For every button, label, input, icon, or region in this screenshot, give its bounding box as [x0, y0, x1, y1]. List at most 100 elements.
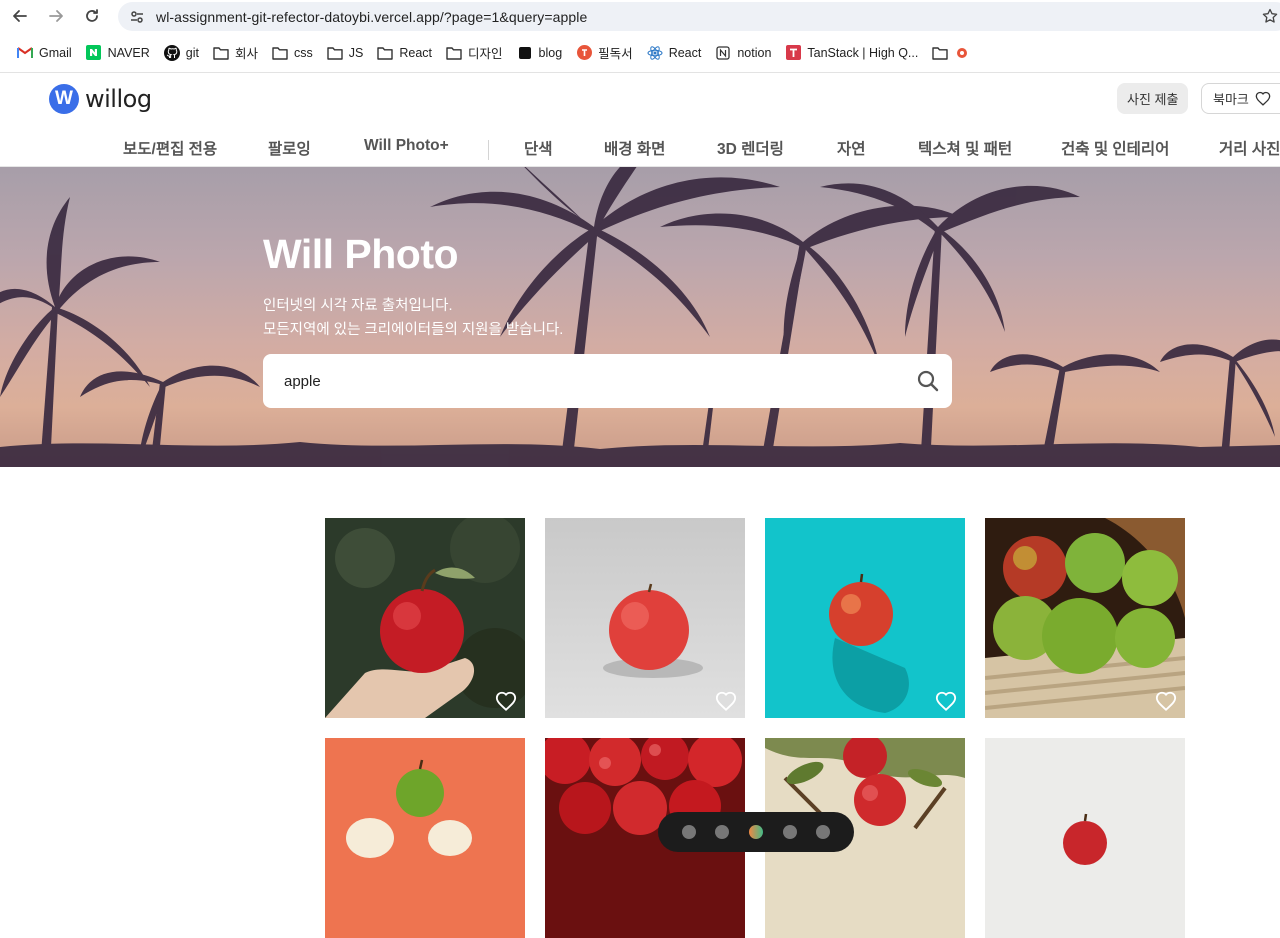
bookmark-label: JS	[348, 45, 364, 60]
hero-desc-line: 모든지역에 있는 크리에이터들의 지원을 받습니다.	[263, 322, 564, 338]
toolbar-icon[interactable]	[681, 825, 696, 839]
category-divider	[488, 140, 489, 160]
search-icon[interactable]	[916, 369, 940, 393]
bookmark-label: 필독서	[598, 47, 633, 61]
site-settings-icon[interactable]	[128, 8, 146, 26]
bookmark-notion[interactable]: notion	[708, 40, 778, 66]
apple-photo	[985, 738, 1185, 938]
hero-banner: Will Photo 인터넷의 시각 자료 출처입니다. 모든지역에 있는 크리…	[0, 167, 1280, 467]
photo-card[interactable]	[325, 738, 525, 938]
bookmarks-bar: Gmail NAVER git 회사 css JS React 디자인 blog…	[0, 33, 1280, 73]
heart-icon[interactable]	[935, 690, 957, 712]
photo-card[interactable]	[545, 518, 745, 718]
react-icon	[647, 45, 663, 61]
bookmark-must-read[interactable]: 필독서	[569, 40, 640, 66]
bookmark-tanstack[interactable]: TanStack | High Q...	[778, 40, 925, 66]
search-box	[263, 354, 952, 408]
category-textures-patterns[interactable]: 텍스쳐 및 패턴	[918, 137, 1012, 159]
bookmark-button[interactable]: 북마크	[1201, 83, 1280, 114]
apple-photo	[325, 738, 525, 938]
category-solid-color[interactable]: 단색	[524, 137, 553, 159]
github-icon	[163, 44, 180, 61]
folder-icon	[932, 45, 949, 61]
target-icon	[954, 45, 970, 61]
bookmark-label: css	[294, 45, 313, 60]
folder-icon	[446, 45, 462, 61]
photo-card[interactable]	[765, 518, 965, 718]
site-logo[interactable]: W willog	[49, 84, 152, 114]
folder-icon	[377, 45, 394, 61]
bookmark-label: React	[399, 45, 433, 60]
apple-photo	[545, 518, 745, 718]
bookmark-star-icon[interactable]	[1262, 8, 1278, 24]
toolbar-icon[interactable]	[715, 825, 730, 839]
bookmark-label: notion	[737, 45, 772, 60]
hero-desc-line: 인터넷의 시각 자료 출처입니다.	[263, 298, 453, 314]
bookmark-label: 회사	[235, 47, 259, 61]
category-3d-renders[interactable]: 3D 렌더링	[717, 137, 784, 159]
apple-photo	[765, 518, 965, 718]
category-nav: 보도/편집 전용 팔로잉 Will Photo+ 단색 배경 화면 3D 렌더링…	[0, 131, 1280, 167]
back-icon[interactable]	[8, 4, 32, 28]
category-will-photo-plus[interactable]: Will Photo+	[364, 137, 449, 155]
category-nature[interactable]: 자연	[837, 137, 866, 159]
address-bar[interactable]: wl-assignment-git-refector-datoybi.verce…	[118, 2, 1280, 31]
heart-icon	[1255, 91, 1271, 106]
hero-title: Will Photo	[263, 231, 459, 277]
bookmark-folder-company[interactable]: 회사	[206, 40, 265, 66]
category-architecture-interior[interactable]: 건축 및 인테리어	[1061, 137, 1169, 159]
category-wallpapers[interactable]: 배경 화면	[604, 137, 665, 159]
heart-icon[interactable]	[1155, 690, 1177, 712]
bookmark-blog[interactable]: blog	[510, 40, 570, 66]
photo-card[interactable]	[985, 518, 1185, 718]
site-header: W willog 사진 제출 북마크 보도/편집 전용 팔로잉 Will Pho…	[0, 73, 1280, 167]
reload-icon[interactable]	[80, 4, 104, 28]
folder-icon	[327, 45, 343, 61]
folder-icon	[213, 45, 229, 61]
category-editorial[interactable]: 보도/편집 전용	[123, 137, 217, 159]
bookmark-folder-react[interactable]: React	[370, 40, 439, 66]
naver-icon	[86, 45, 102, 61]
book-icon	[576, 45, 592, 61]
submit-photo-button[interactable]: 사진 제출	[1117, 83, 1189, 114]
category-street-photography[interactable]: 거리 사진	[1219, 137, 1280, 159]
apple-photo	[985, 518, 1185, 718]
gmail-icon	[17, 45, 33, 61]
hero-description: 인터넷의 시각 자료 출처입니다. 모든지역에 있는 크리에이터들의 지원을 받…	[263, 294, 563, 342]
blog-icon	[517, 45, 533, 61]
bookmark-gmail[interactable]: Gmail	[10, 40, 79, 66]
logo-text: willog	[85, 85, 152, 113]
bookmark-folder-css[interactable]: css	[265, 40, 320, 66]
folder-icon	[272, 45, 288, 61]
bookmark-label: NAVER	[107, 45, 150, 60]
bookmark-label: TanStack | High Q...	[807, 45, 919, 60]
bookmark-naver[interactable]: NAVER	[79, 40, 157, 66]
forward-icon[interactable]	[44, 4, 68, 28]
bookmark-label: blog	[538, 45, 563, 60]
floating-toolbar	[658, 812, 854, 852]
toolbar-icon[interactable]	[782, 825, 797, 839]
browser-toolbar: wl-assignment-git-refector-datoybi.verce…	[0, 0, 1280, 33]
toolbar-icon[interactable]	[816, 825, 831, 839]
hero-content: Will Photo 인터넷의 시각 자료 출처입니다. 모든지역에 있는 크리…	[263, 231, 563, 342]
notion-icon	[715, 45, 731, 61]
bookmark-label: React	[668, 45, 702, 60]
heart-icon[interactable]	[495, 690, 517, 712]
search-input[interactable]	[284, 372, 884, 390]
logo-mark: W	[49, 84, 79, 114]
bookmark-folder-misc[interactable]	[925, 40, 977, 66]
heart-icon[interactable]	[715, 690, 737, 712]
bookmark-react[interactable]: React	[640, 40, 709, 66]
bookmark-label: git	[185, 45, 199, 60]
photo-card[interactable]	[325, 518, 525, 718]
category-following[interactable]: 팔로잉	[268, 137, 311, 159]
tanstack-icon	[785, 45, 801, 61]
bookmark-git[interactable]: git	[157, 40, 206, 66]
bookmark-folder-js[interactable]: JS	[320, 40, 371, 66]
bookmark-folder-design[interactable]: 디자인	[439, 40, 510, 66]
apple-photo	[325, 518, 525, 718]
toolbar-color-icon[interactable]	[748, 825, 763, 839]
bookmark-label: Gmail	[39, 45, 72, 60]
bookmark-label: 디자인	[468, 47, 503, 61]
photo-card[interactable]	[985, 738, 1185, 938]
